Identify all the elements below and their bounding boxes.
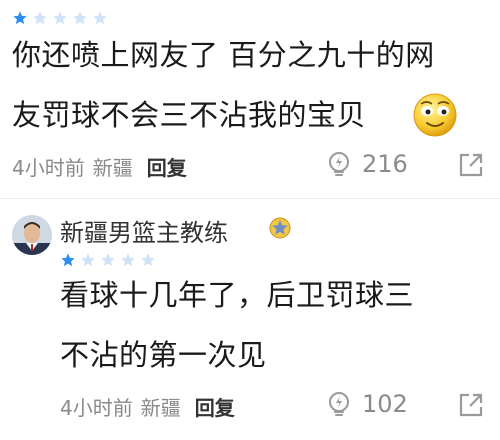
timestamp: 4小时前 [60,396,133,420]
smiling-face-emoji [413,93,457,137]
share-icon[interactable] [458,392,484,418]
star-icon [60,252,76,268]
comment-text-line: 看球十几年了，后卫罚球三 [60,278,415,312]
star-icon [72,10,88,26]
rating-stars [60,252,156,268]
star-icon [140,252,156,268]
comment-text-line: 不沾的第一次见 [60,338,267,372]
star-icon [32,10,48,26]
like-button[interactable]: 216 [326,150,408,178]
share-icon[interactable] [458,152,484,178]
divider [0,198,500,199]
star-icon [92,10,108,26]
username[interactable]: 新疆男篮主教练 [60,213,228,248]
location: 新疆 [140,396,181,420]
star-icon [12,10,28,26]
location: 新疆 [92,156,133,180]
star-icon [100,252,116,268]
comment-meta: 4小时前 新疆 回复 [12,152,195,181]
like-button[interactable]: 102 [326,390,408,418]
like-count: 216 [362,150,408,178]
lightbulb-like-icon [329,152,349,176]
star-icon [120,252,136,268]
reply-button[interactable]: 回复 [195,392,235,421]
comment-text-line: 友罚球不会三不沾我的宝贝 [12,98,367,132]
comment-text-line: 你还喷上网友了 百分之九十的网 [12,38,435,72]
comment-meta: 4小时前 新疆 回复 [60,392,243,421]
reply-button[interactable]: 回复 [147,152,187,181]
badge-icon [269,217,291,239]
avatar[interactable] [12,215,52,255]
rating-stars [12,10,108,26]
star-icon [80,252,96,268]
like-count: 102 [362,390,408,418]
star-icon [52,10,68,26]
lightbulb-like-icon [329,392,349,416]
timestamp: 4小时前 [12,156,85,180]
